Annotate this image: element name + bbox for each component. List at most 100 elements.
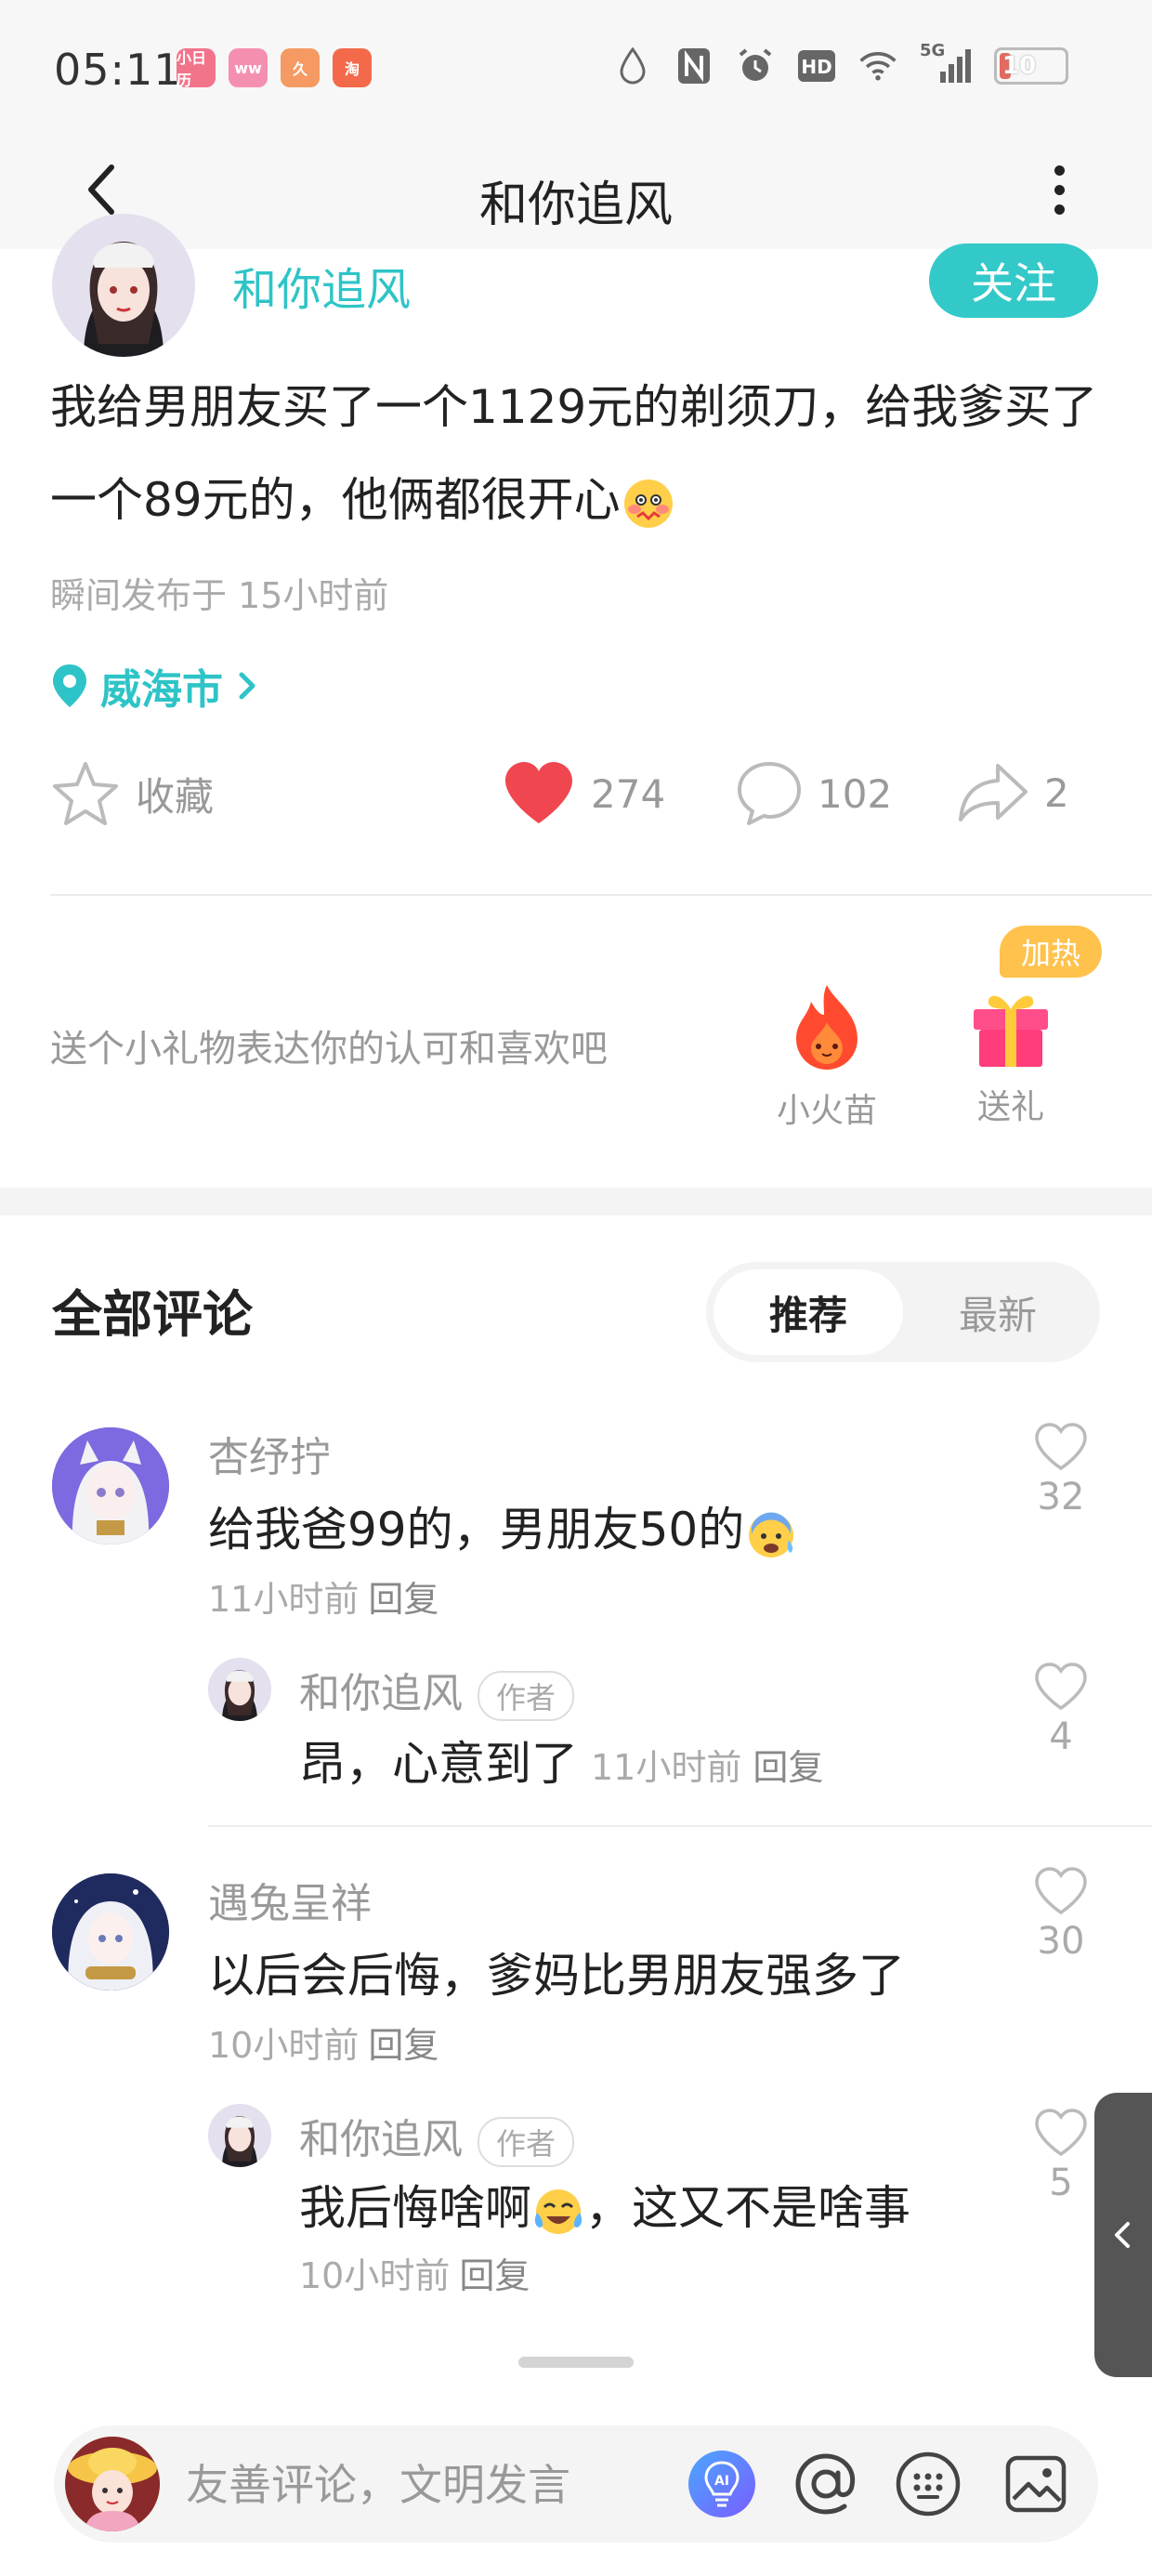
- status-time: 05:11: [54, 45, 182, 95]
- share-button[interactable]: 2: [957, 760, 1069, 825]
- sort-recommended-tab[interactable]: 推荐: [713, 1269, 903, 1355]
- ww-app-icon: ww: [229, 48, 268, 87]
- reply-text-before: 我后悔啥啊: [299, 2181, 531, 2235]
- heat-badge: 加热: [1000, 926, 1102, 978]
- post-time: 瞬间发布于 15小时前: [50, 575, 389, 616]
- more-options-button[interactable]: [1022, 152, 1096, 227]
- comment-text: 以后会后悔，爹妈比男朋友强多了: [208, 1949, 905, 2003]
- battery-icon: 10: [994, 47, 1068, 85]
- hd-icon: HD: [797, 46, 836, 85]
- network-type: 5G: [920, 41, 946, 60]
- reply-user[interactable]: 和你追风: [299, 1670, 463, 1717]
- divider: [50, 894, 1152, 896]
- at-sign-icon: [795, 2453, 856, 2515]
- reply-like-button[interactable]: 5: [1024, 2108, 1098, 2204]
- image-icon: [1005, 2455, 1067, 2513]
- share-count: 2: [1044, 769, 1069, 816]
- like-button[interactable]: 274: [502, 760, 665, 827]
- location-link[interactable]: 威海市: [50, 656, 260, 716]
- favorite-label: 收藏: [136, 773, 215, 820]
- reply-meta: 10小时前 回复: [299, 2247, 530, 2298]
- comment-button[interactable]: 102: [736, 760, 892, 827]
- reply-like-button[interactable]: 4: [1024, 1662, 1098, 1758]
- favorite-button[interactable]: 收藏: [50, 760, 214, 827]
- more-dot-icon: [1054, 204, 1065, 215]
- status-app-icons: 小日历 ww 久 淘: [177, 48, 372, 89]
- reply-button[interactable]: 回复: [368, 2025, 439, 2066]
- cellular-signal-icon: 5G: [920, 41, 972, 85]
- send-gift-button[interactable]: 送礼: [966, 978, 1055, 1128]
- nfc-icon: [674, 46, 713, 85]
- scroll-handle[interactable]: [518, 2357, 634, 2368]
- alarm-icon: [736, 46, 775, 85]
- chevron-right-icon: [239, 672, 255, 700]
- reply-avatar[interactable]: [208, 1658, 271, 1721]
- reply-button[interactable]: 回复: [459, 2255, 530, 2296]
- calendar-app-icon: 小日历: [177, 48, 216, 89]
- author-name[interactable]: 和你追风: [232, 253, 411, 318]
- sort-latest-tab[interactable]: 最新: [903, 1269, 1093, 1355]
- comment-avatar[interactable]: [52, 1427, 169, 1544]
- crying-laughing-emoji-icon: [534, 2188, 583, 2234]
- anime-girl-avatar-icon: [52, 1427, 169, 1544]
- comment-sort-toggle: 推荐 最新: [706, 1262, 1100, 1362]
- girl-avatar-icon: [52, 214, 195, 357]
- heart-outline-icon: [1035, 2109, 1087, 2157]
- comment-count: 102: [818, 770, 893, 817]
- reply-button[interactable]: 回复: [368, 1579, 439, 1620]
- ai-assist-button[interactable]: AI: [684, 2446, 760, 2522]
- reply-text: 我后悔啥啊 ，这又不是啥事: [299, 2171, 910, 2239]
- chevron-left-icon: [1115, 2222, 1130, 2248]
- ai-label: AI: [714, 2474, 729, 2489]
- my-avatar[interactable]: [65, 2437, 160, 2531]
- section-separator: [0, 1188, 1152, 1216]
- comment-user-name[interactable]: 遇兔呈祥: [208, 1870, 372, 1929]
- location-pin-icon: [53, 664, 86, 707]
- comment-text: 给我爸99的，男朋友50的: [208, 1492, 798, 1560]
- reply-time: 10小时前: [299, 2255, 451, 2296]
- post-text: 我给男朋友买了一个1129元的剃须刀，给我爹买了一个89元的，他俩都很开心: [50, 361, 1109, 546]
- svg-text:HD: HD: [801, 56, 831, 78]
- reply-user-name: 和你追风 作者: [299, 2106, 575, 2167]
- follow-button[interactable]: 关注: [929, 243, 1098, 318]
- send-gift-label: 送礼: [976, 1088, 1044, 1126]
- reply-text-content: 昂，心意到了: [299, 1737, 578, 1791]
- comment-time: 11小时前: [208, 1579, 360, 1620]
- post-body: 我给男朋友买了一个1129元的剃须刀，给我爹买了一个89元的，他俩都很开心: [50, 380, 1098, 527]
- like-count: 274: [591, 770, 666, 817]
- reply-user[interactable]: 和你追风: [299, 2116, 463, 2163]
- comment-meta: 10小时前 回复: [208, 2017, 439, 2068]
- comment-user-name[interactable]: 杏纾拧: [208, 1424, 331, 1483]
- nav-bar: 和你追风: [0, 130, 1152, 249]
- comment-input[interactable]: [186, 2448, 650, 2522]
- fire-icon: [796, 985, 857, 1070]
- author-tag: 作者: [478, 1671, 575, 1721]
- star-icon: [53, 762, 118, 825]
- taobao-app-icon: 淘: [333, 48, 372, 87]
- comment-like-button[interactable]: 32: [1024, 1422, 1098, 1518]
- gift-box-icon: [974, 995, 1048, 1067]
- cold-sweat-emoji-icon: [749, 1512, 794, 1557]
- fire-gift-label: 小火苗: [777, 1092, 878, 1130]
- reply-button[interactable]: 回复: [753, 1747, 823, 1788]
- comment-meta: 11小时前 回复: [208, 1571, 439, 1622]
- share-arrow-icon: [959, 764, 1028, 821]
- author-avatar[interactable]: [52, 214, 195, 357]
- fire-gift-button[interactable]: 小火苗: [777, 981, 877, 1132]
- speech-bubble-icon: [738, 762, 801, 825]
- comment-like-button[interactable]: 30: [1024, 1866, 1098, 1963]
- side-drawer-tab[interactable]: [1094, 2093, 1152, 2377]
- status-indicators: HD 5G 10: [613, 41, 1068, 85]
- mention-button[interactable]: [788, 2446, 864, 2522]
- water-drop-icon: [613, 46, 652, 85]
- heart-outline-icon: [1035, 1867, 1087, 1915]
- image-picker-button[interactable]: [998, 2446, 1074, 2522]
- emoji-keyboard-button[interactable]: [890, 2446, 966, 2522]
- jiu-app-icon: 久: [281, 48, 320, 87]
- reply-text-after: ，这又不是啥事: [585, 2181, 910, 2235]
- comment-avatar[interactable]: [52, 1873, 169, 1991]
- post-actions: 收藏 274 102 2: [0, 753, 1152, 846]
- heart-outline-icon: [1035, 1663, 1087, 1711]
- comment-text-content: 给我爸99的，男朋友50的: [208, 1503, 745, 1557]
- reply-avatar[interactable]: [208, 2104, 271, 2167]
